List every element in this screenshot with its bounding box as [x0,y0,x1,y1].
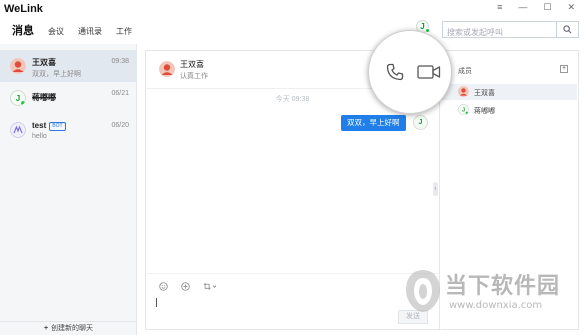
avatar[interactable] [159,61,175,77]
conversation-item-wang[interactable]: 王双喜 双双，早上好啊 09:38 [0,50,137,82]
plus-icon: + [43,325,49,332]
search-box [442,21,579,40]
watermark-url: www.downxia.com [449,300,543,311]
phone-call-icon[interactable] [385,62,405,82]
chat-subtitle: 认真工作 [180,73,208,80]
avatar: J [458,104,469,115]
call-buttons-magnifier [368,30,452,114]
member-item-jiang[interactable]: J 蒋嘟嘟 [441,102,577,118]
conversation-name: 蒋嘟嘟 [32,93,56,102]
nav-contacts[interactable]: 通讯录 [78,26,102,37]
avatar: J [10,90,26,106]
conversation-name: 王双喜 [32,58,56,67]
member-name: 王双喜 [474,90,495,97]
collapse-members-handle[interactable]: ‹ [433,182,438,196]
attachment-icon[interactable] [180,281,190,291]
member-name: 蒋嘟嘟 [474,108,495,115]
nav-work[interactable]: 工作 [116,26,132,37]
search-icon[interactable] [556,22,578,37]
main-nav: 消息 会议 通讯录 工作 [12,22,132,38]
watermark: 当下软件园 www.downxia.com [403,266,583,326]
top-bar: WeLink 消息 会议 通讯录 工作 ≡ — ☐ ✕ J [0,0,585,44]
search-input[interactable] [443,25,555,40]
window-controls: ≡ — ☐ ✕ [497,2,575,13]
new-chat-label: 创建新的聊天 [51,325,94,332]
message-avatar[interactable]: J [413,115,428,130]
conversation-time: 06/21 [111,90,129,97]
nav-messages[interactable]: 消息 [12,22,34,38]
svg-text:J: J [462,108,465,114]
conversation-preview: hello [32,133,47,140]
add-member-icon[interactable]: + [560,65,568,73]
message-composer: 发送 [146,273,439,329]
bot-badge: BOT [49,122,66,131]
emoji-icon[interactable] [158,281,168,291]
message-bubble[interactable]: 双双，早上好啊 [341,115,406,131]
screenshot-icon[interactable] [202,281,218,291]
conversation-item-test[interactable]: test BOT hello 06/20 [0,114,137,146]
avatar [10,122,26,138]
conversation-time: 09:38 [111,58,129,65]
app-title: WeLink [4,3,43,15]
minimize-icon[interactable]: — [518,2,527,13]
conversation-item-jiang[interactable]: J 蒋嘟嘟 06/21 [0,82,137,114]
avatar [458,86,469,97]
avatar [10,58,26,74]
nav-meetings[interactable]: 会议 [48,26,64,37]
video-call-icon[interactable] [417,64,441,80]
conversation-time: 06/20 [111,122,129,129]
menu-icon[interactable]: ≡ [497,2,502,13]
conversation-sidebar: 王双喜 双双，早上好啊 09:38 J 蒋嘟嘟 06/21 test BOT he… [0,44,137,335]
chat-title: 王双喜 [180,60,204,69]
members-title: 成员 [458,68,472,75]
svg-text:J: J [16,94,20,103]
watermark-title: 当下软件园 [445,274,561,299]
new-chat-button[interactable]: + 创建新的聊天 [0,321,137,335]
conversation-name-text: test [32,121,47,130]
composer-toolbar [158,281,218,291]
close-icon[interactable]: ✕ [567,2,575,13]
member-item-wang[interactable]: 王双喜 [441,84,577,100]
watermark-logo-icon [406,270,440,312]
maximize-icon[interactable]: ☐ [543,2,551,13]
conversation-name: test BOT [32,121,66,131]
message-input[interactable] [156,298,157,307]
conversation-preview: 双双，早上好啊 [32,71,81,78]
